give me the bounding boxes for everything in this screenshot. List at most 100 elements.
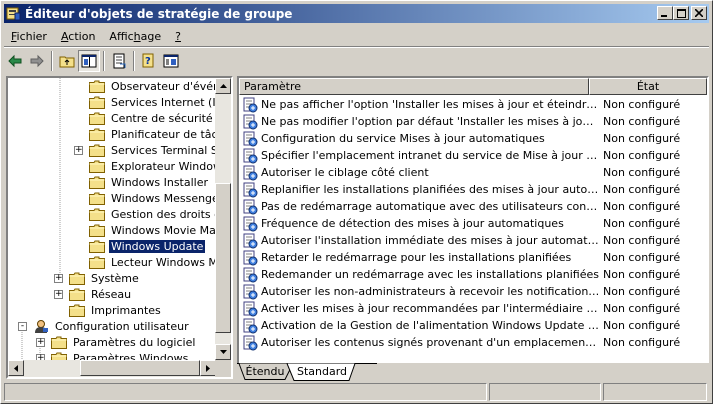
policy-row[interactable]: Configuration du service Mises à jour au…: [239, 130, 707, 147]
folder-icon: [89, 208, 105, 221]
folder-icon: [89, 192, 105, 205]
tree-item[interactable]: Windows Installer: [74, 174, 210, 190]
tab-label: Étendu: [245, 365, 285, 378]
tree-item[interactable]: - Configuration utilisateur: [18, 318, 191, 334]
column-header-etat[interactable]: État: [589, 78, 707, 95]
tree-horizontal-scrollbar[interactable]: [8, 360, 216, 377]
tree-item[interactable]: Centre de sécurité: [74, 110, 215, 126]
expand-icon[interactable]: +: [74, 145, 83, 155]
expand-icon[interactable]: +: [36, 337, 45, 347]
policy-name: Pas de redémarrage automatique avec des …: [261, 200, 600, 213]
policy-name: Redemander un redémarrage avec les insta…: [261, 268, 599, 281]
tree-vertical-scrollbar[interactable]: [215, 78, 231, 360]
policy-row[interactable]: Autoriser l'installation immédiate des m…: [239, 232, 707, 249]
tree-item[interactable]: Gestion des droits de W: [74, 206, 216, 222]
back-button[interactable]: [4, 50, 26, 72]
tree-item[interactable]: Services Internet (IIS): [74, 94, 216, 110]
hscroll-thumb[interactable]: [80, 360, 200, 376]
folder-icon: [89, 224, 105, 237]
tree-item[interactable]: Observateur d'événem: [74, 78, 216, 94]
tree-item[interactable]: Explorateur Windows: [74, 158, 216, 174]
menu-fichier[interactable]: Fichier: [4, 30, 54, 43]
policy-state: Non configuré: [603, 132, 681, 145]
policy-row[interactable]: Autoriser les contenus signés provenant …: [239, 334, 707, 351]
tree-item-label: Services Internet (IIS): [111, 95, 216, 109]
policy-row[interactable]: Pas de redémarrage automatique avec des …: [239, 198, 707, 215]
policy-state: Non configuré: [603, 166, 681, 179]
menu-action[interactable]: Action: [54, 30, 102, 43]
tree-item[interactable]: Lecteur Windows Media: [74, 254, 216, 270]
scroll-left-button[interactable]: [8, 360, 24, 376]
policy-name: Fréquence de détection des mises à jour …: [261, 217, 564, 230]
policy-setting-icon: [243, 267, 258, 282]
export-list-button[interactable]: [108, 50, 130, 72]
forward-button[interactable]: [26, 50, 48, 72]
policy-row[interactable]: Autoriser les non-administrateurs à rece…: [239, 283, 707, 300]
menu-help[interactable]: ?: [168, 30, 188, 43]
tree-item-label: Réseau: [91, 287, 132, 301]
column-header-parametre[interactable]: Paramètre: [239, 78, 589, 95]
policy-name: Retarder le redémarrage pour les install…: [261, 251, 572, 264]
tree-item[interactable]: + Services Terminal Serv: [74, 142, 216, 158]
policy-state: Non configuré: [603, 336, 681, 349]
help-icon: ?: [142, 53, 154, 68]
policy-setting-icon: [243, 301, 258, 316]
policy-row[interactable]: Ne pas modifier l'option par défaut 'Ins…: [239, 113, 707, 130]
policy-name: Configuration du service Mises à jour au…: [261, 132, 545, 145]
tree-item[interactable]: Windows Update: [74, 238, 207, 254]
tree-item-label: Explorateur Windows: [111, 159, 216, 173]
menu-help-accel: ?: [175, 29, 181, 43]
maximize-button[interactable]: [673, 6, 689, 20]
tab-etendu[interactable]: Étendu: [243, 363, 287, 380]
scroll-thumb[interactable]: [215, 183, 231, 333]
policy-row[interactable]: Spécifier l'emplacement intranet du serv…: [239, 147, 707, 164]
menu-separator: [4, 46, 709, 48]
scroll-down-button[interactable]: [215, 344, 231, 360]
policy-row[interactable]: Activation de la Gestion de l'alimentati…: [239, 317, 707, 334]
policy-setting-icon: [243, 148, 258, 163]
tree-item[interactable]: + Réseau: [54, 286, 133, 302]
minimize-icon: [661, 15, 667, 17]
window-title: Éditeur d'objets de stratégie de groupe: [25, 6, 293, 21]
close-button[interactable]: [691, 6, 707, 20]
tree-item[interactable]: + Paramètres Windows: [36, 350, 190, 360]
policy-row[interactable]: Activer les mises à jour recommandées pa…: [239, 300, 707, 317]
policy-row[interactable]: Redemander un redémarrage avec les insta…: [239, 266, 707, 283]
tree-item[interactable]: Planificateur de tâches: [74, 126, 216, 142]
export-list-icon: [113, 53, 126, 69]
expand-icon[interactable]: +: [54, 273, 63, 283]
minimize-button[interactable]: [657, 6, 673, 20]
toolbar: ?: [4, 49, 709, 73]
tab-standard[interactable]: Standard: [293, 363, 351, 380]
policy-row[interactable]: Autoriser le ciblage côté client Non conf…: [239, 164, 707, 181]
expand-icon[interactable]: +: [54, 289, 63, 299]
policy-setting-icon: [243, 114, 258, 129]
console-tree: Observateur d'événem Services Internet (I…: [8, 78, 216, 360]
scrollbar-corner: [215, 360, 231, 377]
tree-item[interactable]: Windows Messenger: [74, 190, 216, 206]
scroll-right-button[interactable]: [200, 360, 216, 376]
tree-item[interactable]: + Paramètres du logiciel: [36, 334, 197, 350]
policy-row[interactable]: Ne pas afficher l'option 'Installer les …: [239, 96, 707, 113]
gpo-editor-app-icon[interactable]: [6, 6, 21, 21]
scroll-up-button[interactable]: [215, 78, 231, 94]
menu-bar: Fichier Action Affichage ?: [4, 26, 709, 46]
policy-row[interactable]: Replanifier les installations planifiées…: [239, 181, 707, 198]
tree-item[interactable]: Windows Movie Maker: [74, 222, 216, 238]
policy-name: Replanifier les installations planifiées…: [261, 183, 600, 196]
tree-item[interactable]: + Système: [54, 270, 141, 286]
new-window-button[interactable]: [160, 50, 182, 72]
status-cell-main: [4, 383, 488, 401]
tree-item-label: Services Terminal Serv: [111, 143, 216, 157]
policy-setting-icon: [243, 216, 258, 231]
policy-row[interactable]: Fréquence de détection des mises à jour …: [239, 215, 707, 232]
tree-item-label: Système: [91, 271, 139, 285]
show-hide-tree-button[interactable]: [78, 50, 100, 72]
up-one-level-button[interactable]: [56, 50, 78, 72]
tree-item[interactable]: Imprimantes: [54, 302, 163, 318]
title-bar[interactable]: Éditeur d'objets de stratégie de groupe: [4, 4, 709, 23]
menu-affichage[interactable]: Affichage: [102, 30, 168, 43]
help-button[interactable]: ?: [138, 50, 160, 72]
collapse-icon[interactable]: -: [18, 321, 27, 331]
policy-row[interactable]: Retarder le redémarrage pour les install…: [239, 249, 707, 266]
